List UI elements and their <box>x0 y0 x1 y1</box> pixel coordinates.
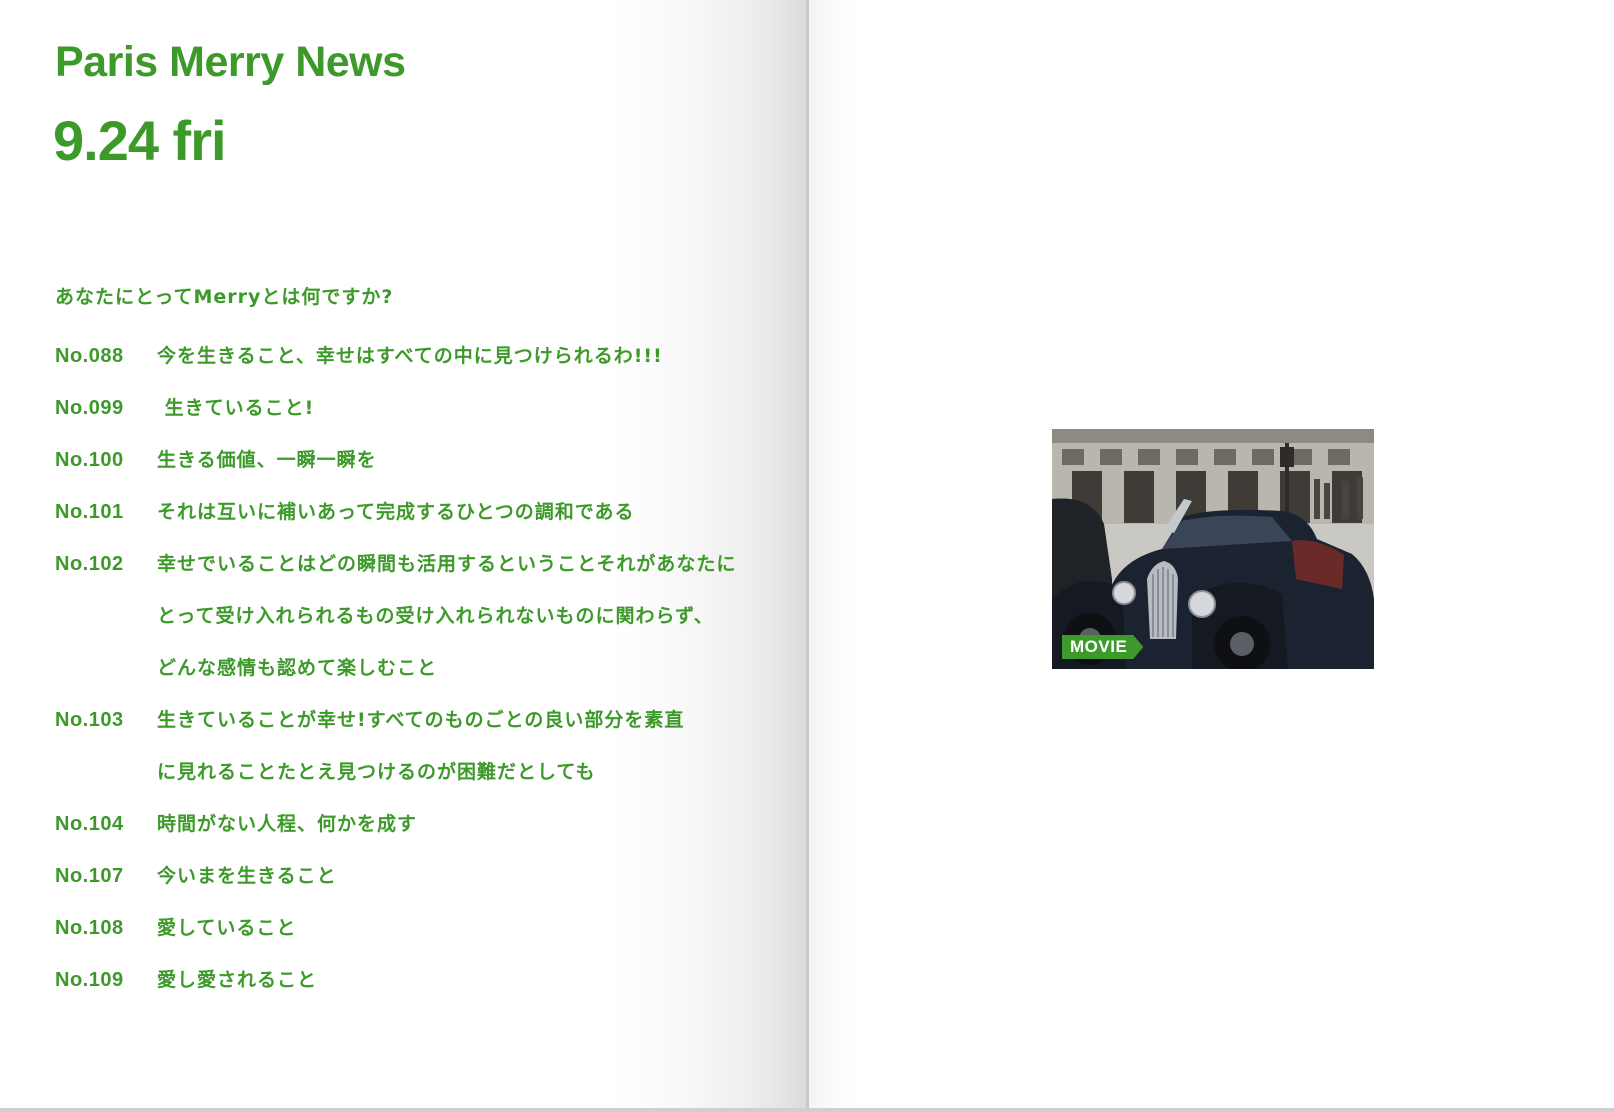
answer-text: 生きていること! <box>157 382 755 434</box>
answer-item: No.108 愛していること <box>55 902 755 954</box>
answer-line: 時間がない人程、何かを成す <box>157 813 418 835</box>
answer-number: No.107 <box>55 865 124 887</box>
answer-number: No.104 <box>55 813 124 835</box>
answer-number: No.108 <box>55 917 124 939</box>
answer-text: 愛していること <box>157 902 755 954</box>
answer-line: 生きていることが幸せ!すべてのものごとの良い部分を素直 <box>157 709 685 731</box>
answer-text: 幸せでいることはどの瞬間も活用するということそれがあなたに とって受け入れられる… <box>157 538 755 694</box>
answer-text: 愛し愛されること <box>157 954 755 1006</box>
answer-line: 愛し愛されること <box>157 969 318 991</box>
answer-item: No.103 生きていることが幸せ!すべてのものごとの良い部分を素直 に見れるこ… <box>55 694 755 798</box>
answer-item: No.102 幸せでいることはどの瞬間も活用するということそれがあなたに とって… <box>55 538 755 694</box>
answer-list: No.088 今を生きること、幸せはすべての中に見つけられるわ!!! No.09… <box>55 330 755 1006</box>
answer-text: それは互いに補いあって完成するひとつの調和である <box>157 486 755 538</box>
answer-line: 生きる価値、一瞬一瞬を <box>157 449 377 471</box>
answer-item: No.100 生きる価値、一瞬一瞬を <box>55 434 755 486</box>
answer-number: No.101 <box>55 501 124 523</box>
newsletter-title: Paris Merry News <box>55 38 406 86</box>
page-bottom-edge <box>0 1108 1614 1112</box>
answer-number: No.103 <box>55 709 124 731</box>
question-heading: あなたにとってMerryとは何ですか? <box>55 286 394 308</box>
answer-text: 時間がない人程、何かを成す <box>157 798 755 850</box>
answer-text: 生きる価値、一瞬一瞬を <box>157 434 755 486</box>
vintage-car-thumbnail-icon <box>1052 429 1374 669</box>
answer-text: 今を生きること、幸せはすべての中に見つけられるわ!!! <box>157 330 755 382</box>
answer-text: 生きていることが幸せ!すべてのものごとの良い部分を素直 に見れることたとえ見つけ… <box>157 694 755 798</box>
movie-badge: MOVIE <box>1062 635 1143 659</box>
answer-line: 今を生きること、幸せはすべての中に見つけられるわ!!! <box>157 345 663 367</box>
answer-item: No.088 今を生きること、幸せはすべての中に見つけられるわ!!! <box>55 330 755 382</box>
answer-line: とって受け入れられるもの受け入れられないものに関わらず、 <box>157 605 714 627</box>
left-page: Paris Merry News 9.24 fri あなたにとってMerryとは… <box>0 0 808 1108</box>
answer-line: 幸せでいることはどの瞬間も活用するということそれがあなたに <box>157 553 737 575</box>
answer-number: No.088 <box>55 345 124 367</box>
answer-item: No.099 生きていること! <box>55 382 755 434</box>
answer-line: 愛していること <box>157 917 297 939</box>
answer-text: 今いまを生きること <box>157 850 755 902</box>
answer-number: No.102 <box>55 553 124 575</box>
newsletter-date: 9.24 fri <box>53 109 227 172</box>
answer-item: No.109 愛し愛されること <box>55 954 755 1006</box>
movie-thumbnail[interactable]: MOVIE <box>1052 429 1374 669</box>
answer-item: No.107 今いまを生きること <box>55 850 755 902</box>
answer-number: No.100 <box>55 449 124 471</box>
magazine-spread: Paris Merry News 9.24 fri あなたにとってMerryとは… <box>0 0 1614 1112</box>
answer-line: 生きていること! <box>157 397 315 419</box>
answer-item: No.101 それは互いに補いあって完成するひとつの調和である <box>55 486 755 538</box>
answer-line: 今いまを生きること <box>157 865 337 887</box>
answer-number: No.099 <box>55 397 124 419</box>
answer-item: No.104 時間がない人程、何かを成す <box>55 798 755 850</box>
answer-line: に見れることたとえ見つけるのが困難だとしても <box>157 761 596 783</box>
answer-line: それは互いに補いあって完成するひとつの調和である <box>157 501 635 523</box>
answer-number: No.109 <box>55 969 124 991</box>
answer-line: どんな感情も認めて楽しむこと <box>157 657 438 679</box>
